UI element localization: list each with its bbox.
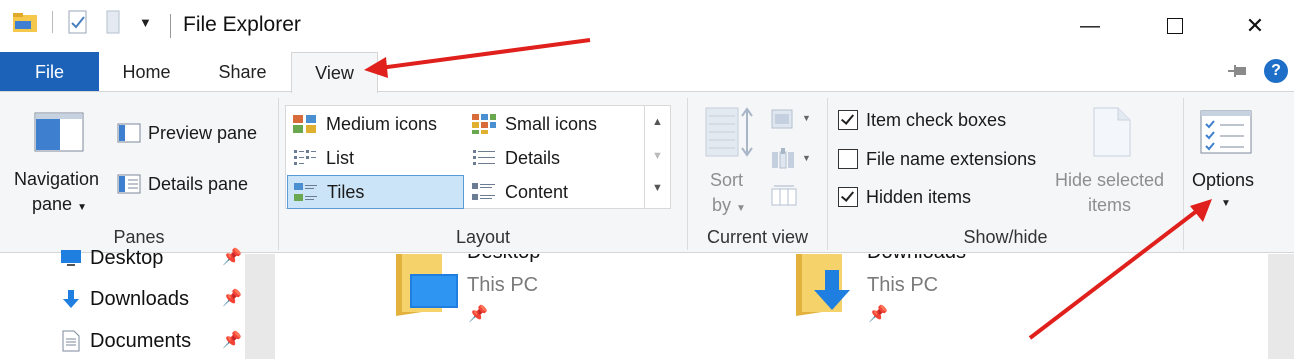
group-current-view: Sort by ▼ ▼ ▼ Current view (688, 92, 827, 252)
file-name-extensions-checkbox[interactable] (838, 149, 858, 169)
preview-pane-icon (117, 123, 141, 143)
pin-icon: 📌 (468, 306, 488, 323)
show-hide-group-label: Show/hide (963, 227, 1048, 247)
desktop-icon (60, 247, 82, 269)
details-pane-icon (117, 174, 141, 194)
sort-by-label: Sort (710, 170, 744, 190)
vertical-scrollbar[interactable] (1268, 254, 1294, 359)
navigation-pane-label-line2: pane ▼ (32, 194, 87, 214)
nav-item-label: Documents (90, 329, 192, 352)
nav-item-downloads[interactable]: Downloads (60, 282, 189, 316)
pin-ribbon-icon[interactable] (1228, 64, 1250, 78)
tab-file[interactable]: File (0, 52, 99, 92)
details-pane-label: Details pane (148, 174, 249, 194)
dropdown-arrow-icon: ▼ (802, 153, 811, 163)
ribbon: Navigation pane ▼ Preview pane Details p… (0, 91, 1294, 253)
folder-icon[interactable] (12, 10, 38, 34)
group-by-button[interactable]: ▼ (770, 108, 816, 132)
sort-by-button[interactable]: Sort by ▼ (698, 104, 760, 222)
details-pane-button[interactable]: Details pane (115, 171, 270, 199)
preview-pane-label: Preview pane (148, 123, 258, 143)
pin-icon: 📌 (868, 306, 888, 323)
tab-home[interactable]: Home (99, 52, 194, 92)
navigation-pane: Desktop 📌 Downloads 📌 Documents 📌 (0, 247, 245, 359)
sort-by-icon (704, 106, 754, 158)
hide-selected-items-label-line2: items (1088, 195, 1132, 215)
customize-dropdown-icon[interactable]: ▼ (139, 15, 152, 30)
tile-downloads[interactable]: Downloads This PC 📌 (780, 254, 1080, 359)
navigation-pane-button[interactable]: Navigation pane ▼ (8, 102, 110, 222)
minimize-button[interactable]: — (1050, 0, 1130, 52)
hide-selected-items-button[interactable]: Hide selected items (1050, 104, 1178, 222)
window-title: File Explorer (183, 13, 301, 36)
desktop-folder-icon (388, 254, 462, 320)
group-layout: Layout (279, 92, 687, 252)
dropdown-arrow-icon: ▼ (1221, 198, 1231, 209)
size-columns-button[interactable] (770, 184, 800, 210)
tab-share[interactable]: Share (194, 52, 291, 92)
preview-pane-button[interactable]: Preview pane (115, 120, 270, 148)
tab-view[interactable]: View (291, 52, 378, 93)
hide-selected-items-label: Hide selected (1055, 170, 1165, 190)
file-name-extensions-label: File name extensions (866, 149, 1037, 169)
add-columns-button[interactable]: ▼ (770, 148, 816, 172)
hidden-items-label: Hidden items (866, 187, 972, 207)
current-view-group-label: Current view (706, 227, 809, 247)
help-icon[interactable]: ? (1264, 59, 1288, 83)
minimize-icon: — (1080, 14, 1100, 37)
options-button[interactable]: Options ▼ (1186, 104, 1266, 214)
dropdown-arrow-icon: ▼ (77, 202, 87, 213)
group-panes: Navigation pane ▼ Preview pane Details p… (0, 92, 278, 252)
new-folder-icon[interactable] (103, 10, 125, 34)
file-name-extensions-toggle[interactable]: File name extensions (836, 147, 1051, 173)
add-columns-icon (770, 148, 796, 170)
item-check-boxes-checkbox[interactable] (838, 110, 858, 130)
sort-by-label-line2: by ▼ (712, 195, 746, 215)
item-check-boxes-label: Item check boxes (866, 110, 1007, 130)
group-show-hide: Item check boxes File name extensions Hi… (828, 92, 1183, 252)
pin-icon[interactable]: 📌 (222, 288, 242, 308)
properties-icon[interactable] (67, 10, 89, 34)
tile-name: Downloads (867, 254, 966, 264)
maximize-button[interactable] (1135, 0, 1215, 52)
maximize-icon (1167, 18, 1183, 34)
group-options: Options ▼ (1184, 92, 1268, 252)
dropdown-arrow-icon: ▼ (736, 203, 746, 214)
checkmark-icon (840, 111, 855, 125)
nav-item-label: Downloads (90, 287, 189, 310)
pane-splitter[interactable] (245, 254, 275, 359)
hidden-items-toggle[interactable]: Hidden items (836, 185, 1006, 211)
tile-location: This PC (867, 274, 939, 296)
downloads-folder-icon (788, 254, 862, 320)
options-icon (1200, 110, 1252, 154)
size-columns-icon (770, 184, 798, 208)
nav-item-documents[interactable]: Documents (60, 324, 191, 358)
tile-desktop[interactable]: Desktop This PC 📌 (380, 254, 680, 359)
navigation-pane-icon (34, 112, 84, 152)
navigation-pane-label: Navigation (14, 169, 100, 189)
checkmark-icon (840, 188, 855, 202)
tile-location: This PC (467, 274, 539, 296)
group-by-icon (770, 108, 796, 130)
tile-name: Desktop (467, 254, 540, 264)
layout-group-label: Layout (455, 227, 511, 247)
options-label: Options (1192, 170, 1255, 190)
hidden-items-checkbox[interactable] (838, 187, 858, 207)
ribbon-tabs: File Home Share View ? (0, 52, 1294, 93)
close-icon: ✕ (1245, 13, 1265, 38)
toolbar-separator (52, 11, 53, 33)
title-bar: ▼ File Explorer — ✕ (0, 0, 1294, 52)
close-button[interactable]: ✕ (1215, 0, 1294, 52)
dropdown-arrow-icon: ▼ (802, 113, 811, 123)
nav-item-label: Desktop (90, 246, 164, 269)
title-separator (170, 14, 171, 38)
pin-icon[interactable]: 📌 (222, 247, 242, 267)
item-check-boxes-toggle[interactable]: Item check boxes (836, 108, 1046, 134)
quick-access-toolbar: ▼ (12, 10, 152, 34)
nav-item-desktop[interactable]: Desktop (60, 241, 163, 275)
pin-icon[interactable]: 📌 (222, 330, 242, 350)
documents-icon (60, 330, 82, 352)
hide-selected-items-icon (1092, 106, 1132, 158)
downloads-icon (60, 288, 82, 310)
